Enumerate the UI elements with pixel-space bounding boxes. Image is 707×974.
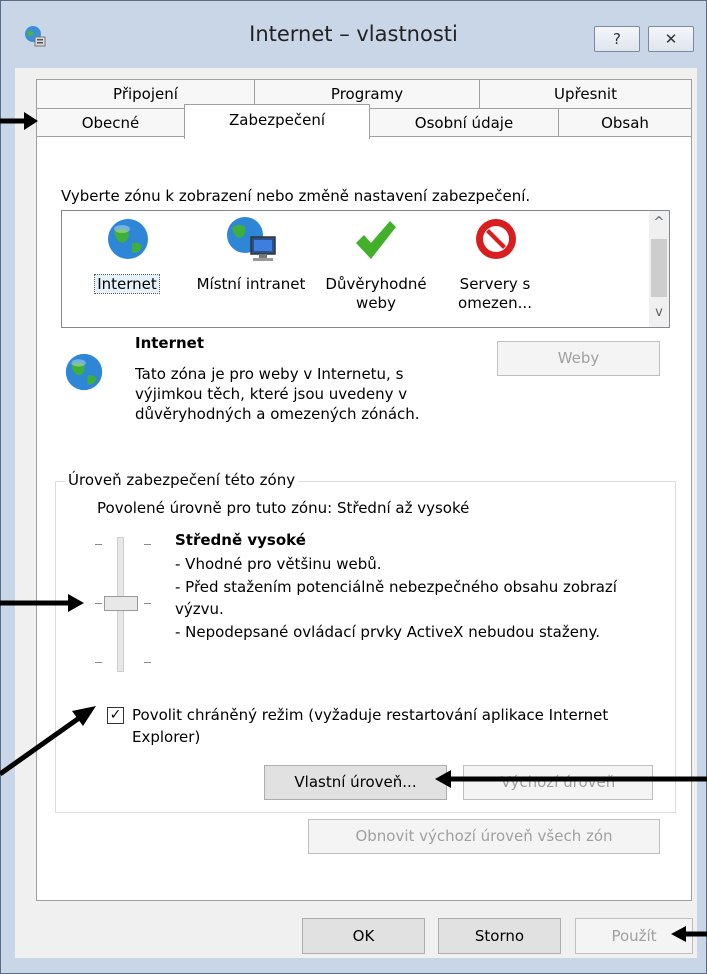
zone-list-scrollbar[interactable]: ^ v [649, 211, 669, 327]
tab-label: Připojení [113, 85, 178, 103]
reset-all-zones-button[interactable]: Obnovit výchozí úroveň všech zón [308, 819, 660, 854]
zone-description-line: důvěryhodných a omezených zónách. [135, 405, 420, 423]
internet-options-window: Internet – vlastnosti ? ✕ Připojení Prog… [0, 0, 707, 974]
tab-upresnit[interactable]: Upřesnit [479, 79, 692, 109]
tab-label: Upřesnit [554, 85, 617, 103]
zone-label: Místní intranet [196, 275, 306, 293]
zone-label: Internet [94, 274, 160, 294]
scroll-up-icon[interactable]: ^ [649, 215, 669, 230]
security-level-slider-thumb[interactable] [104, 596, 138, 611]
tab-obecne[interactable]: Obecné [36, 108, 185, 138]
zone-list[interactable]: Internet Místní intranet Důvěryhodné weby [61, 210, 670, 328]
close-button[interactable]: ✕ [648, 26, 694, 52]
zone-description-line: výjimkou těch, které jsou uvedeny v [135, 385, 408, 403]
zone-label: omezen... [458, 294, 532, 312]
tab-label: Obsah [601, 114, 649, 132]
tab-label: Osobní údaje [414, 114, 514, 132]
slider-tick [144, 544, 151, 545]
globe-icon [65, 353, 103, 391]
callout-arrow-icon [0, 706, 96, 777]
tab-obsah[interactable]: Obsah [558, 108, 692, 138]
tab-label: Zabezpečení [229, 111, 325, 129]
globe-icon [108, 219, 148, 259]
tab-label: Obecné [81, 114, 140, 132]
tab-label: Programy [330, 85, 404, 103]
zone-label: Servery s [459, 275, 531, 293]
slider-tick [144, 662, 151, 663]
security-level-bullet: - Před stažením potenciálně nebezpečného… [175, 578, 617, 596]
security-level-bullet: - Nepodepsané ovládací prvky ActiveX neb… [175, 623, 600, 641]
callout-arrow-icon [671, 926, 707, 942]
allowed-levels-text: Povolené úrovně pro tuto zónu: Střední a… [97, 499, 470, 517]
tab-zabezpeceni[interactable]: Zabezpečení [184, 104, 370, 139]
slider-tick [95, 544, 102, 545]
zone-description-line: Tato zóna je pro weby v Internetu, s [135, 365, 404, 383]
sites-button[interactable]: Weby [497, 341, 660, 376]
protected-mode-label: Explorer) [132, 728, 201, 746]
checkmark-icon [356, 221, 396, 259]
zone-label: Důvěryhodné [325, 275, 427, 293]
cancel-button[interactable]: Storno [438, 918, 561, 954]
security-level-group [55, 481, 676, 813]
callout-arrow-icon [0, 112, 38, 130]
protected-mode-checkbox[interactable]: ✓ [107, 707, 124, 724]
protected-mode-label: Povolit chráněný režim (vyžaduje restart… [132, 706, 609, 724]
scroll-thumb[interactable] [651, 239, 667, 297]
scroll-down-icon[interactable]: v [649, 305, 669, 320]
slider-tick [95, 603, 102, 604]
security-level-group-title: Úroveň zabezpečení této zóny [65, 471, 299, 489]
security-level-bullet: výzvu. [175, 600, 224, 618]
callout-arrow-icon [0, 594, 84, 612]
tab-osobni-udaje[interactable]: Osobní údaje [369, 108, 559, 138]
security-level-name: Středně vysoké [175, 531, 306, 549]
help-button[interactable]: ? [594, 26, 640, 52]
prohibited-icon [476, 219, 516, 259]
zone-label: weby [356, 294, 396, 312]
intranet-icon [227, 217, 276, 261]
custom-level-button[interactable]: Vlastní úroveň... [264, 765, 447, 800]
selected-zone-name: Internet [135, 334, 205, 352]
zone-prompt: Vyberte zónu k zobrazení nebo změně nast… [61, 187, 531, 205]
ok-button[interactable]: OK [302, 918, 425, 954]
slider-tick [144, 603, 151, 604]
slider-tick [95, 662, 102, 663]
security-level-bullet: - Vhodné pro většinu webů. [175, 555, 382, 573]
callout-arrow-icon [435, 770, 707, 788]
